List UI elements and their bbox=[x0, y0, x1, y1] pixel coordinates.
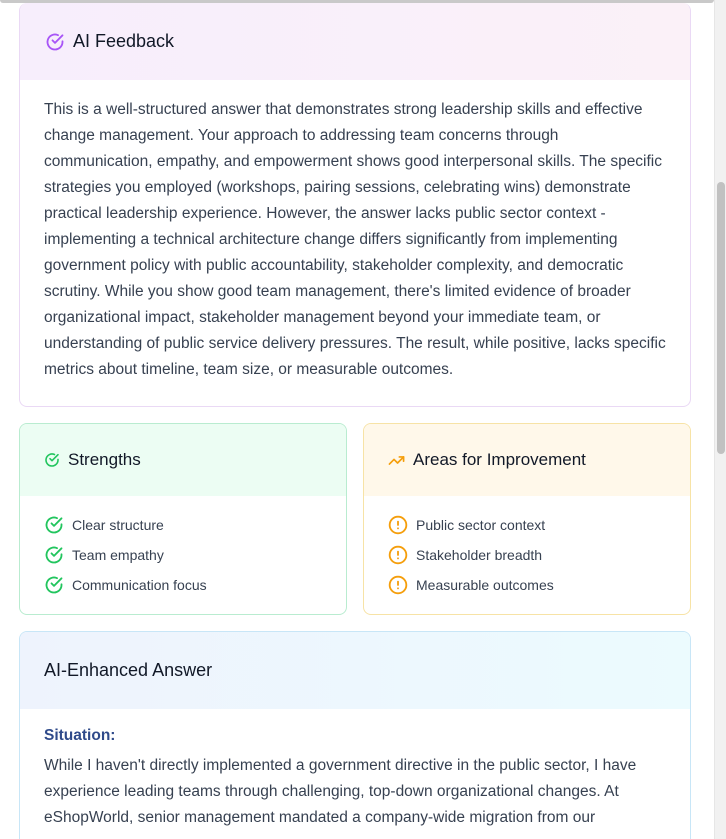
list-item: Stakeholder breadth bbox=[388, 540, 690, 570]
strength-label: Team empathy bbox=[72, 547, 164, 563]
check-circle-icon bbox=[44, 452, 60, 468]
alert-circle-icon bbox=[388, 515, 408, 535]
list-item: Communication focus bbox=[44, 570, 346, 600]
situation-text: While I haven't directly implemented a g… bbox=[44, 757, 637, 826]
strengths-header: Strengths bbox=[20, 424, 346, 496]
scrollbar-thumb[interactable] bbox=[717, 182, 725, 454]
list-item: Team empathy bbox=[44, 540, 346, 570]
list-item: Clear structure bbox=[44, 510, 346, 540]
trending-up-icon bbox=[388, 452, 405, 469]
check-circle-icon bbox=[45, 32, 65, 52]
list-item: Public sector context bbox=[388, 510, 690, 540]
ai-enhanced-header: AI-Enhanced Answer bbox=[20, 632, 690, 709]
check-circle-icon bbox=[44, 545, 64, 565]
improvements-header: Areas for Improvement bbox=[364, 424, 690, 496]
improvements-list: Public sector context Stakeholder breadt… bbox=[364, 496, 690, 600]
strength-label: Clear structure bbox=[72, 517, 164, 533]
improvement-label: Public sector context bbox=[416, 517, 546, 533]
improvement-label: Stakeholder breadth bbox=[416, 547, 543, 563]
alert-circle-icon bbox=[388, 545, 408, 565]
strengths-card: Strengths Clear structure Team empathy C… bbox=[19, 423, 347, 615]
strengths-list: Clear structure Team empathy Communicati… bbox=[20, 496, 346, 600]
check-circle-icon bbox=[44, 575, 64, 595]
vertical-scrollbar[interactable] bbox=[714, 0, 726, 839]
ai-enhanced-title: AI-Enhanced Answer bbox=[44, 660, 213, 680]
improvement-label: Measurable outcomes bbox=[416, 577, 554, 593]
situation-label: Situation: bbox=[44, 727, 116, 744]
ai-feedback-title: AI Feedback bbox=[73, 31, 175, 51]
ai-feedback-card: AI Feedback This is a well-structured an… bbox=[19, 3, 691, 407]
ai-feedback-text: This is a well-structured answer that de… bbox=[44, 101, 666, 378]
check-circle-icon bbox=[44, 515, 64, 535]
list-item: Measurable outcomes bbox=[388, 570, 690, 600]
strengths-title: Strengths bbox=[68, 450, 141, 469]
improvements-card: Areas for Improvement Public sector cont… bbox=[363, 423, 691, 615]
ai-enhanced-answer-card: AI-Enhanced Answer Situation: While I ha… bbox=[19, 631, 691, 839]
ai-feedback-header: AI Feedback bbox=[20, 3, 690, 80]
alert-circle-icon bbox=[388, 575, 408, 595]
improvements-title: Areas for Improvement bbox=[413, 450, 586, 469]
ai-enhanced-body: Situation: While I haven't directly impl… bbox=[20, 709, 690, 831]
strength-label: Communication focus bbox=[72, 577, 207, 593]
